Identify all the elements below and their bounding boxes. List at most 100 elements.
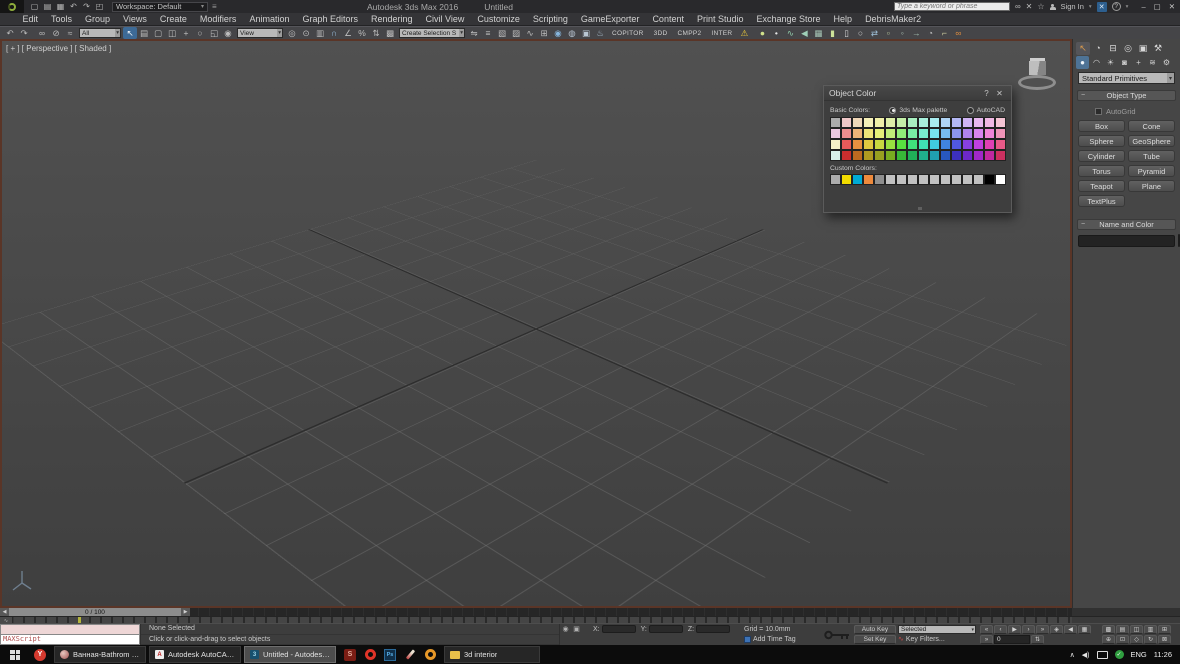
menu-content[interactable]: Content: [646, 14, 691, 24]
custom-color-swatch[interactable]: [951, 174, 962, 185]
menu-create[interactable]: Create: [153, 14, 193, 24]
help-caret-icon[interactable]: ▾: [1126, 4, 1129, 10]
object-button-cone[interactable]: Cone: [1128, 120, 1175, 132]
plugin-box-icon[interactable]: ▫: [881, 27, 895, 39]
select-link-icon[interactable]: ∞: [35, 27, 49, 39]
menu-gameexporter[interactable]: GameExporter: [574, 14, 646, 24]
basic-color-swatch[interactable]: [951, 128, 962, 139]
language-indicator[interactable]: ENG: [1131, 650, 1147, 659]
search-binoculars-icon[interactable]: ∞: [1015, 2, 1021, 11]
basic-color-swatch[interactable]: [918, 117, 929, 128]
maxscript-mini-listener[interactable]: MAXScript: [0, 624, 140, 645]
basic-color-swatch[interactable]: [995, 150, 1006, 161]
maximize-button[interactable]: ▢: [1154, 2, 1161, 11]
custom-color-swatch[interactable]: [962, 174, 973, 185]
auto-key-button[interactable]: Auto Key: [854, 625, 896, 634]
taskbar-bathroom-window[interactable]: Ванная-Bathrom - Га...: [54, 646, 146, 663]
custom-color-swatch[interactable]: [852, 174, 863, 185]
menu-rendering[interactable]: Rendering: [365, 14, 420, 24]
zoom-extents-icon[interactable]: ⊡: [1116, 635, 1129, 644]
object-button-geosphere[interactable]: GeoSphere: [1128, 135, 1175, 147]
basic-color-swatch[interactable]: [962, 117, 973, 128]
tab-utilities[interactable]: ⚒: [1151, 42, 1165, 55]
basic-color-swatch[interactable]: [929, 139, 940, 150]
isolate-selection-icon[interactable]: ◉: [560, 625, 571, 634]
dialog-resize-grip[interactable]: [917, 207, 922, 210]
basic-color-swatch[interactable]: [896, 139, 907, 150]
menu-edit[interactable]: Edit: [16, 14, 45, 24]
basic-color-swatch[interactable]: [863, 128, 874, 139]
basic-color-swatch[interactable]: [874, 139, 885, 150]
basic-color-swatch[interactable]: [940, 139, 951, 150]
basic-color-swatch[interactable]: [918, 128, 929, 139]
plugin-speaker-icon[interactable]: ◀: [797, 27, 811, 39]
dialog-titlebar[interactable]: Object Color ? ✕: [824, 86, 1011, 101]
custom-color-swatch[interactable]: [929, 174, 940, 185]
current-frame-field[interactable]: [994, 635, 1030, 644]
percent-snap-icon[interactable]: %: [355, 27, 369, 39]
add-time-tag-label[interactable]: Add Time Tag: [753, 636, 796, 643]
start-button[interactable]: [4, 647, 26, 662]
object-button-plane[interactable]: Plane: [1128, 180, 1175, 192]
sign-in-button[interactable]: Sign In: [1061, 2, 1084, 11]
basic-color-swatch[interactable]: [962, 139, 973, 150]
basic-color-swatch[interactable]: [896, 117, 907, 128]
basic-color-swatch[interactable]: [907, 117, 918, 128]
basic-color-swatch[interactable]: [885, 150, 896, 161]
basic-color-swatch[interactable]: [984, 128, 995, 139]
primitive-category-dropdown[interactable]: Standard Primitives: [1078, 72, 1175, 84]
plugin-wave-icon[interactable]: ∿: [783, 27, 797, 39]
basic-color-swatch[interactable]: [896, 150, 907, 161]
rendered-frame-window-icon[interactable]: ▣: [579, 27, 593, 39]
basic-color-swatch[interactable]: [973, 139, 984, 150]
basic-color-swatch[interactable]: [995, 117, 1006, 128]
basic-color-swatch[interactable]: [830, 150, 841, 161]
basic-color-swatch[interactable]: [841, 139, 852, 150]
plugin-link-icon[interactable]: ∞: [951, 27, 965, 39]
basic-color-swatch[interactable]: [907, 139, 918, 150]
menu-modifiers[interactable]: Modifiers: [193, 14, 243, 24]
taskbar-3dsmax-window[interactable]: 3 Untitled - Autodesk 3...: [244, 646, 336, 663]
named-selection-dropdown[interactable]: Create Selection S: [399, 28, 465, 38]
menu-views[interactable]: Views: [117, 14, 154, 24]
dialog-help-button[interactable]: ?: [980, 89, 993, 98]
exchange-apps-icon[interactable]: ✕: [1026, 2, 1033, 11]
hidden-icons-arrow[interactable]: ∧: [1070, 651, 1075, 659]
basic-color-swatch[interactable]: [874, 128, 885, 139]
warning-icon[interactable]: ⚠: [737, 27, 751, 39]
autodesk-exchange-icon[interactable]: ✕: [1096, 1, 1107, 12]
key-selection-dropdown[interactable]: Selected: [898, 625, 976, 634]
spinner-snap-icon[interactable]: ⇅: [369, 27, 383, 39]
plugin-swap-icon[interactable]: ⇄: [867, 27, 881, 39]
basic-color-swatch[interactable]: [863, 150, 874, 161]
photoshop-icon[interactable]: Ps: [380, 646, 400, 663]
plugin-pin-icon[interactable]: ▮: [825, 27, 839, 39]
redo-icon[interactable]: ↷: [17, 27, 31, 39]
cmpp2-script-button[interactable]: CMPP2: [673, 30, 707, 37]
object-button-teapot[interactable]: Teapot: [1078, 180, 1125, 192]
taskbar-folder-window[interactable]: 3d interior: [444, 646, 540, 663]
viewport-layouts-icon[interactable]: ▩: [1102, 625, 1115, 634]
pan-icon[interactable]: ◇: [1130, 635, 1143, 644]
sketchup-icon[interactable]: S: [340, 646, 360, 663]
menu-tools[interactable]: Tools: [45, 14, 79, 24]
select-manipulate-icon[interactable]: ⊙: [299, 27, 313, 39]
go-to-start-icon[interactable]: «: [980, 625, 993, 634]
basic-color-swatch[interactable]: [984, 150, 995, 161]
plugin-arrow-icon[interactable]: →: [909, 27, 923, 39]
custom-color-swatch[interactable]: [995, 174, 1006, 185]
bind-to-spacewarp-icon[interactable]: ≈: [63, 27, 77, 39]
menu-help[interactable]: Help: [827, 14, 859, 24]
basic-color-swatch[interactable]: [907, 128, 918, 139]
spinner-icon[interactable]: ⇅: [1031, 635, 1044, 644]
subtab-lights[interactable]: ☀: [1104, 56, 1117, 69]
custom-color-swatch[interactable]: [841, 174, 852, 185]
basic-color-swatch[interactable]: [973, 128, 984, 139]
plugin-panel-icon[interactable]: ▦: [811, 27, 825, 39]
subtab-cameras[interactable]: ◙: [1118, 56, 1131, 69]
select-object-icon[interactable]: ↖: [123, 27, 137, 39]
help-icon[interactable]: ?: [1111, 2, 1121, 11]
object-type-rollout[interactable]: − Object Type: [1077, 90, 1176, 101]
basic-color-swatch[interactable]: [874, 150, 885, 161]
basic-color-swatch[interactable]: [841, 128, 852, 139]
